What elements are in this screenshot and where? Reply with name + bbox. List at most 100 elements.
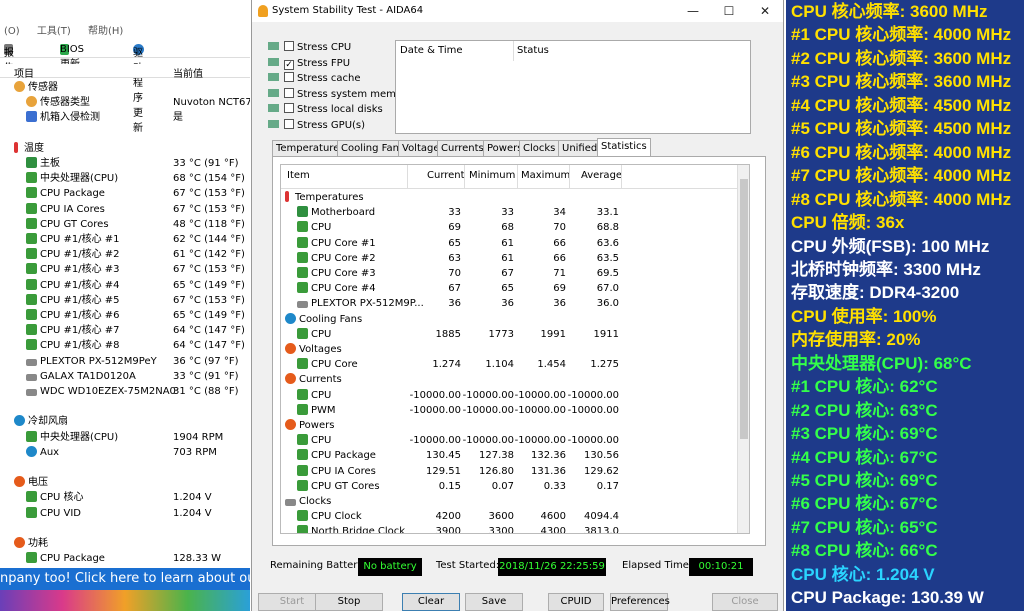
minimize-button[interactable]: —: [676, 0, 710, 22]
stat-row[interactable]: Currents: [281, 372, 739, 387]
ad-banner[interactable]: npany too! Click here to learn about our…: [0, 568, 250, 590]
sensor-row[interactable]: CPU #1/核心 #2 61 °C (142 °F): [0, 247, 250, 262]
sensor-row[interactable]: PLEXTOR PX-512M9PeY 36 °C (97 °F): [0, 354, 250, 369]
stat-row[interactable]: CPU -10000.00 -10000.00 -10000.00 -10000.00: [281, 388, 739, 403]
stat-row[interactable]: CPU IA Cores 129.51 126.80 131.36 129.62: [281, 464, 739, 479]
stat-row[interactable]: CPU GT Cores 0.15 0.07 0.33 0.17: [281, 479, 739, 494]
sensor-row[interactable]: 中央处理器(CPU) 68 °C (154 °F): [0, 171, 250, 186]
stat-row[interactable]: CPU 69 68 70 68.8: [281, 220, 739, 235]
checkbox[interactable]: [284, 72, 294, 83]
sensor-row[interactable]: GALAX TA1D0120A 33 °C (91 °F): [0, 369, 250, 384]
sensor-row[interactable]: Aux 703 RPM: [0, 445, 250, 460]
checkbox[interactable]: ✓: [284, 59, 294, 70]
sensor-row[interactable]: 传感器: [0, 80, 250, 95]
sensor-row[interactable]: 功耗: [0, 536, 250, 551]
stat-row[interactable]: North Bridge Clock 3900 3300 4300 3813.0: [281, 524, 739, 533]
sensor-row[interactable]: CPU #1/核心 #3 67 °C (153 °F): [0, 262, 250, 277]
stress-option[interactable]: Stress local disks: [268, 102, 383, 117]
menu-item-tools[interactable]: 工具(T): [37, 26, 71, 37]
stat-col-current[interactable]: Current: [427, 170, 465, 181]
stress-option[interactable]: ✓ Stress FPU: [268, 56, 350, 71]
stat-row[interactable]: CPU Core 1.274 1.104 1.454 1.275: [281, 357, 739, 372]
stat-row[interactable]: CPU Core #1 65 61 66 63.6: [281, 236, 739, 251]
stress-option[interactable]: Stress system memory: [268, 87, 412, 102]
stat-col-item[interactable]: Item: [287, 170, 310, 181]
sensor-row[interactable]: CPU #1/核心 #8 64 °C (147 °F): [0, 338, 250, 353]
stat-row[interactable]: CPU Clock 4200 3600 4600 4094.4: [281, 509, 739, 524]
stat-col-average[interactable]: Average: [581, 170, 622, 181]
checkbox[interactable]: [284, 87, 294, 98]
stress-option[interactable]: Stress CPU: [268, 40, 351, 55]
sensor-row[interactable]: CPU GT Cores 48 °C (118 °F): [0, 217, 250, 232]
stress-option[interactable]: Stress cache: [268, 71, 361, 86]
stat-row[interactable]: CPU Package 130.45 127.38 132.36 130.56: [281, 448, 739, 463]
stat-row[interactable]: CPU Core #3 70 67 71 69.5: [281, 266, 739, 281]
maximize-button[interactable]: ☐: [712, 0, 746, 22]
chip-icon: [297, 434, 308, 446]
sensor-row[interactable]: 传感器类型 Nuvoton NCT6793: [0, 95, 250, 110]
stat-row[interactable]: PWM -10000.00 -10000.00 -10000.00 -10000.00: [281, 403, 739, 418]
sensor-row[interactable]: 冷却风扇: [0, 414, 250, 429]
sensor-row[interactable]: [0, 521, 250, 536]
stat-row[interactable]: CPU 1885 1773 1991 1911: [281, 327, 739, 342]
stat-row[interactable]: Cooling Fans: [281, 312, 739, 327]
column-value[interactable]: 当前值: [173, 65, 203, 80]
sensor-row[interactable]: CPU #1/核心 #1 62 °C (144 °F): [0, 232, 250, 247]
sensor-row[interactable]: WDC WD10EZEX-75M2NA0 31 °C (88 °F): [0, 384, 250, 399]
stat-average: 1911: [593, 328, 619, 340]
checkbox[interactable]: [284, 41, 294, 51]
close-button[interactable]: Close: [712, 593, 778, 611]
sensor-row[interactable]: CPU Package 67 °C (153 °F): [0, 186, 250, 201]
stat-row[interactable]: Temperatures: [281, 190, 739, 205]
sensor-row[interactable]: CPU #1/核心 #4 65 °C (149 °F): [0, 278, 250, 293]
scrollbar-thumb[interactable]: [740, 179, 748, 439]
close-window-button[interactable]: ✕: [748, 0, 782, 22]
stat-label: CPU: [311, 222, 332, 234]
menu-item-help[interactable]: 帮助(H): [88, 26, 123, 37]
sensor-row[interactable]: [0, 126, 250, 141]
stat-col-maximum[interactable]: Maximum: [521, 170, 570, 181]
tab-currents[interactable]: Currents: [437, 140, 488, 156]
sensor-row[interactable]: 中央处理器(CPU) 1904 RPM: [0, 430, 250, 445]
stat-row[interactable]: Voltages: [281, 342, 739, 357]
fan-icon: [285, 312, 296, 324]
stop-button[interactable]: Stop: [315, 593, 383, 611]
sensor-row[interactable]: 温度: [0, 141, 250, 156]
sensor-row[interactable]: 主板 33 °C (91 °F): [0, 156, 250, 171]
menu-item-o[interactable]: (O): [4, 26, 20, 37]
stat-row[interactable]: Clocks: [281, 494, 739, 509]
stat-row[interactable]: CPU Core #4 67 65 69 67.0: [281, 281, 739, 296]
sensor-row[interactable]: 机箱入侵检测 是: [0, 110, 250, 125]
log-status-header[interactable]: Status: [517, 45, 549, 56]
sensor-row[interactable]: CPU IA Cores 67 °C (153 °F): [0, 202, 250, 217]
sensor-row[interactable]: CPU #1/核心 #5 67 °C (153 °F): [0, 293, 250, 308]
sensor-row[interactable]: CPU 核心 1.204 V: [0, 490, 250, 505]
stat-row[interactable]: CPU -10000.00 -10000.00 -10000.00 -10000.00: [281, 433, 739, 448]
sensor-row[interactable]: 电压: [0, 475, 250, 490]
log-date-header[interactable]: Date & Time: [400, 45, 463, 56]
checkbox[interactable]: [284, 119, 294, 129]
menu-bar: (O) 工具(T) 帮助(H): [0, 22, 250, 37]
stat-row[interactable]: Motherboard 33 33 34 33.1: [281, 205, 739, 220]
preferences-button[interactable]: Preferences: [610, 593, 670, 611]
sensor-row[interactable]: [0, 460, 250, 475]
column-item[interactable]: 项目: [14, 65, 34, 80]
save-button[interactable]: Save: [465, 593, 523, 611]
clear-button[interactable]: Clear: [402, 593, 460, 611]
sensor-row[interactable]: CPU Package 128.33 W: [0, 551, 250, 566]
cpuid-button[interactable]: CPUID: [548, 593, 604, 611]
sensor-row[interactable]: CPU #1/核心 #6 65 °C (149 °F): [0, 308, 250, 323]
stat-col-minimum[interactable]: Minimum: [469, 170, 515, 181]
sensor-row[interactable]: [0, 399, 250, 414]
stat-row[interactable]: CPU Core #2 63 61 66 63.5: [281, 251, 739, 266]
stat-row[interactable]: PLEXTOR PX-512M9P... 36 36 36 36.0: [281, 296, 739, 311]
tab-unified[interactable]: Unified: [558, 140, 602, 156]
sensor-row[interactable]: CPU VID 1.204 V: [0, 506, 250, 521]
checkbox[interactable]: [284, 103, 294, 114]
tab-clocks[interactable]: Clocks: [519, 140, 560, 156]
tab-statistics[interactable]: Statistics: [597, 138, 651, 156]
vertical-scrollbar[interactable]: [737, 165, 749, 533]
stress-option[interactable]: Stress GPU(s): [268, 118, 365, 133]
sensor-row[interactable]: CPU #1/核心 #7 64 °C (147 °F): [0, 323, 250, 338]
stat-row[interactable]: Powers: [281, 418, 739, 433]
